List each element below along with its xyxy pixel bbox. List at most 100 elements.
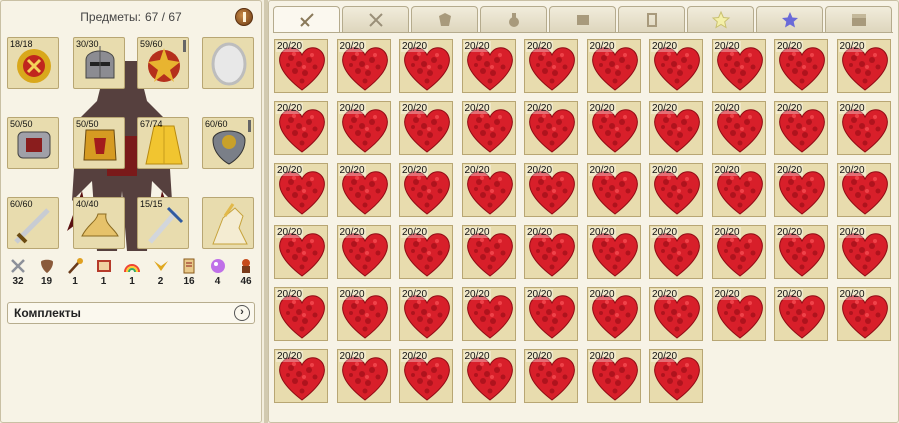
inventory-slot[interactable]: 20/20 <box>274 349 328 403</box>
inventory-slot[interactable]: 20/20 <box>836 225 891 279</box>
durability-label: 20/20 <box>651 227 679 238</box>
tab-chest[interactable] <box>825 6 892 33</box>
inventory-slot[interactable]: 20/20 <box>461 163 516 217</box>
tab-star-filled[interactable] <box>756 6 823 33</box>
durability-label: 15/15 <box>140 199 163 209</box>
inventory-slot[interactable]: 20/20 <box>836 39 891 93</box>
inventory-slot[interactable]: 20/20 <box>524 101 578 155</box>
inventory-slot[interactable]: 20/20 <box>711 287 766 341</box>
inventory-slot[interactable]: 20/20 <box>399 225 453 279</box>
durability-label: 67/74 <box>140 119 163 129</box>
inventory-slot[interactable]: 20/20 <box>524 225 578 279</box>
tab-scrolls[interactable] <box>618 6 685 33</box>
inventory-slot[interactable]: 20/20 <box>274 163 328 217</box>
inventory-slot[interactable]: 20/20 <box>461 39 516 93</box>
inventory-slot[interactable]: 20/20 <box>649 39 703 93</box>
inventory-slot[interactable]: 20/20 <box>586 163 641 217</box>
inventory-slot[interactable]: 20/20 <box>711 225 766 279</box>
tab-weapons[interactable] <box>342 6 409 33</box>
inventory-slot[interactable]: 20/20 <box>836 163 891 217</box>
inventory-slot[interactable]: 20/20 <box>649 225 703 279</box>
durability-label: 20/20 <box>526 41 554 52</box>
inventory-slot[interactable]: 20/20 <box>586 287 641 341</box>
durability-label: 20/20 <box>276 41 304 52</box>
equip-slot-helmet[interactable]: 30/30 <box>73 37 125 89</box>
inventory-slot[interactable]: 20/20 <box>774 225 828 279</box>
inventory-slot[interactable]: 20/20 <box>274 101 328 155</box>
inventory-slot[interactable]: 20/20 <box>586 39 641 93</box>
inventory-slot[interactable]: 20/20 <box>649 163 703 217</box>
inventory-slot[interactable]: 20/20 <box>274 287 328 341</box>
inventory-slot[interactable]: 20/20 <box>586 349 641 403</box>
inventory-slot[interactable]: 20/20 <box>336 225 391 279</box>
inventory-slot[interactable]: 20/20 <box>399 101 453 155</box>
armor-tab-icon <box>438 13 451 26</box>
stat-item: 2 <box>148 257 174 293</box>
stats-row: 32 19 1 1 1 2 16 4 46 <box>5 257 259 293</box>
tab-books[interactable] <box>549 6 616 33</box>
equip-slot-dagger[interactable]: 15/15 <box>137 197 189 249</box>
durability-label: 20/20 <box>338 41 366 52</box>
tab-star-outline[interactable] <box>687 6 754 33</box>
sets-label: Комплекты <box>14 306 81 320</box>
stat-item: 16 <box>176 257 202 293</box>
equip-slot-sword[interactable]: 60/60 <box>7 197 59 249</box>
equip-slot-mount[interactable] <box>202 197 254 249</box>
inventory-slot[interactable]: 20/20 <box>524 163 578 217</box>
stat-item: 1 <box>91 257 117 293</box>
inventory-slot[interactable]: 20/20 <box>524 39 578 93</box>
inventory-slot[interactable]: 20/20 <box>836 287 891 341</box>
equip-slot-necklace[interactable]: 59/60 <box>137 37 189 89</box>
durability-label: 20/20 <box>776 289 804 300</box>
inventory-slot[interactable]: 20/20 <box>399 39 453 93</box>
inventory-slot[interactable]: 20/20 <box>586 225 641 279</box>
inventory-slot[interactable]: 20/20 <box>336 163 391 217</box>
inventory-slot[interactable]: 20/20 <box>711 163 766 217</box>
sets-button[interactable]: Комплекты › <box>7 302 255 324</box>
inventory-slot[interactable]: 20/20 <box>836 101 891 155</box>
inventory-slot[interactable]: 20/20 <box>399 163 453 217</box>
inventory-slot[interactable]: 20/20 <box>711 101 766 155</box>
equip-slot-shield[interactable]: 60/60 <box>202 117 254 169</box>
inventory-slot[interactable]: 20/20 <box>274 225 328 279</box>
pegasus-icon <box>212 203 248 245</box>
inventory-slot[interactable]: 20/20 <box>461 225 516 279</box>
equip-slot-gauntlet[interactable]: 50/50 <box>7 117 59 169</box>
inventory-slot[interactable]: 20/20 <box>774 163 828 217</box>
inventory-slot[interactable]: 20/20 <box>336 39 391 93</box>
tab-all-items[interactable] <box>273 6 340 33</box>
inventory-slot[interactable]: 20/20 <box>649 349 703 403</box>
inventory-slot[interactable]: 20/20 <box>586 101 641 155</box>
durability-label: 50/50 <box>76 119 99 129</box>
inventory-slot[interactable]: 20/20 <box>336 287 391 341</box>
inventory-slot[interactable]: 20/20 <box>649 287 703 341</box>
inventory-slot[interactable]: 20/20 <box>274 39 328 93</box>
inventory-slot[interactable]: 20/20 <box>774 39 828 93</box>
stat-value: 1 <box>100 276 107 287</box>
tab-armor-tab[interactable] <box>411 6 478 33</box>
inventory-slot[interactable]: 20/20 <box>774 101 828 155</box>
inventory-slot[interactable]: 20/20 <box>399 349 453 403</box>
inventory-slot[interactable]: 20/20 <box>774 287 828 341</box>
inventory-slot[interactable]: 20/20 <box>461 287 516 341</box>
tab-potions[interactable] <box>480 6 547 33</box>
inventory-slot[interactable]: 20/20 <box>524 349 578 403</box>
equip-slot-cloak[interactable]: 67/74 <box>137 117 189 169</box>
durability-label: 20/20 <box>838 103 866 114</box>
inventory-slot[interactable]: 20/20 <box>461 349 516 403</box>
inventory-slot[interactable]: 20/20 <box>336 101 391 155</box>
inventory-slot[interactable]: 20/20 <box>461 101 516 155</box>
equip-slot-amulet[interactable]: 18/18 <box>7 37 59 89</box>
equip-slot-mirror[interactable] <box>202 37 254 89</box>
inventory-slot[interactable]: 20/20 <box>524 287 578 341</box>
inventory-slot[interactable]: 20/20 <box>336 349 391 403</box>
inventory-slot[interactable]: 20/20 <box>711 39 766 93</box>
info-button[interactable] <box>235 8 253 26</box>
equip-slot-boots[interactable]: 40/40 <box>73 197 125 249</box>
equip-slot-armor[interactable]: 50/50 <box>73 117 125 169</box>
durability-label: 60/60 <box>205 119 228 129</box>
durability-label: 20/20 <box>338 351 366 362</box>
inventory-slot[interactable]: 20/20 <box>649 101 703 155</box>
durability-label: 20/20 <box>713 227 741 238</box>
inventory-slot[interactable]: 20/20 <box>399 287 453 341</box>
